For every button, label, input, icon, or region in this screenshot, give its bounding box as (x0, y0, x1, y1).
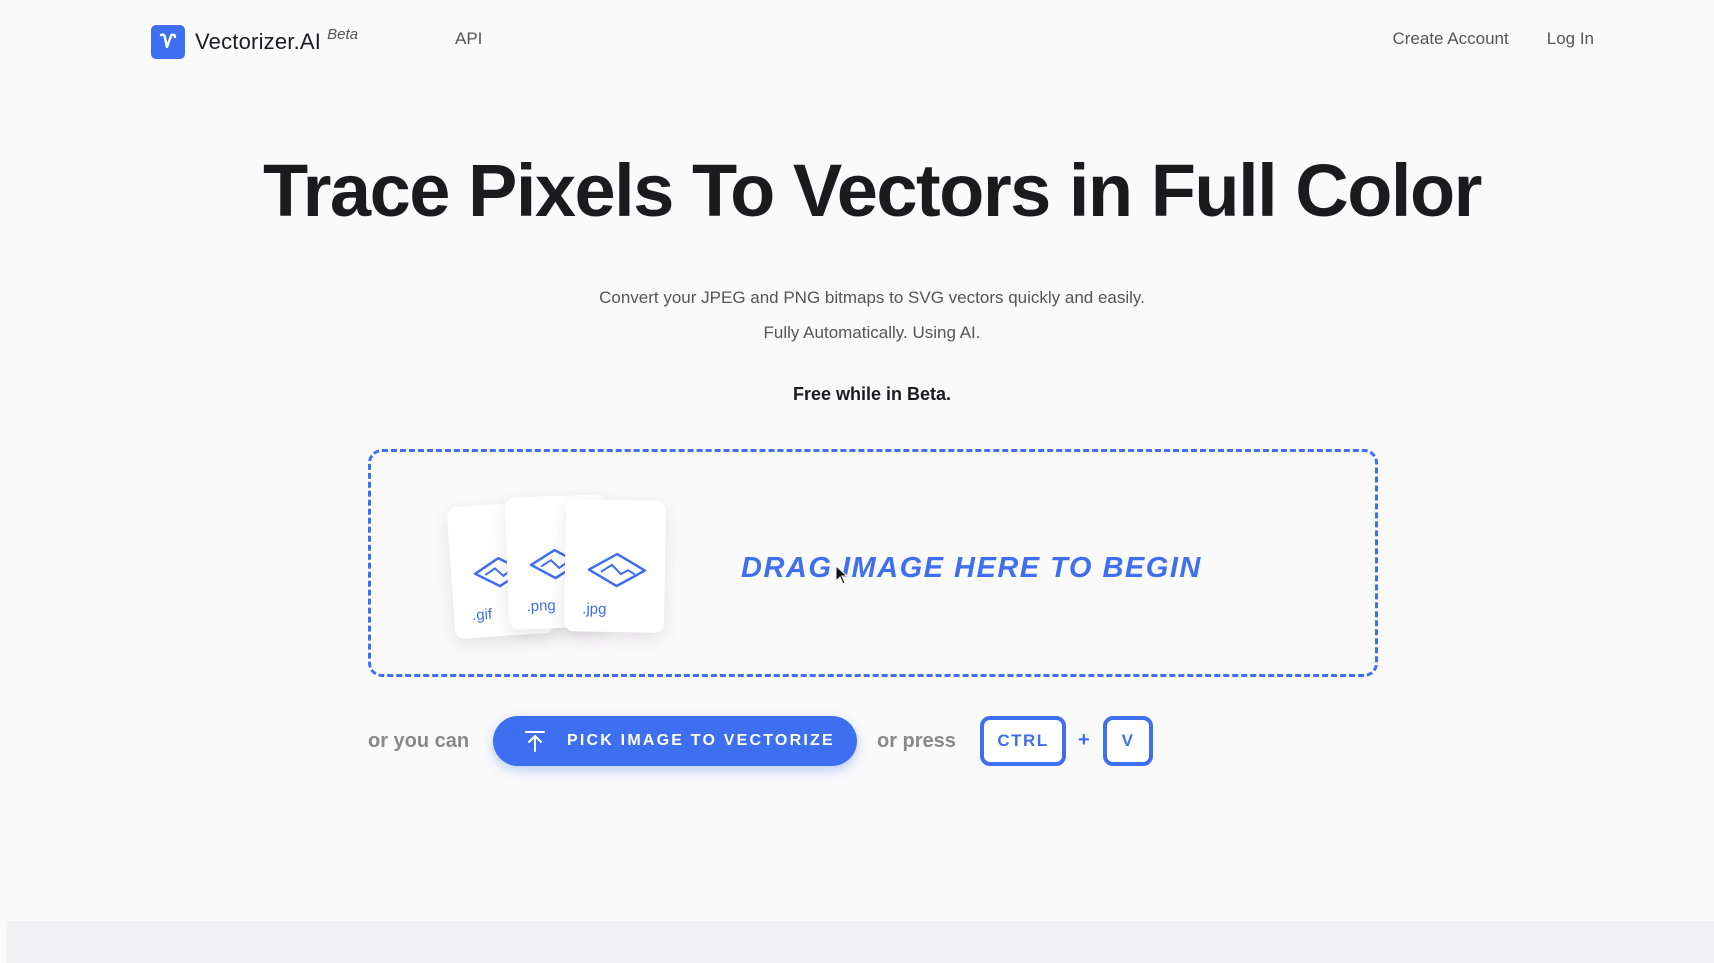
subtitle-line-1: Convert your JPEG and PNG bitmaps to SVG… (599, 288, 1145, 307)
upload-arrow-icon (525, 731, 545, 752)
image-drop-zone[interactable]: .gif .png .jpg DRAG IMAGE HERE TO BEGIN (368, 449, 1378, 677)
nav-api-link[interactable]: API (455, 29, 482, 49)
page: Vectorizer.AI Beta API Create Account Lo… (0, 0, 1714, 963)
mouse-pointer-icon (835, 565, 849, 585)
file-extension-label: .jpg (582, 600, 607, 618)
brand-name: Vectorizer.AI (195, 29, 322, 54)
brand-logo[interactable]: Vectorizer.AI Beta (151, 25, 358, 59)
file-extension-label: .png (526, 597, 557, 616)
plus-sign: + (1078, 729, 1090, 751)
image-file-icon (587, 552, 647, 588)
free-beta-note: Free while in Beta. (792, 384, 952, 404)
drag-image-prompt: DRAG IMAGE HERE TO BEGIN (741, 552, 1202, 584)
jpg-file-card: .jpg (563, 499, 667, 633)
footer-band (6, 921, 1714, 963)
ctrl-key-hint: CTRL (980, 716, 1066, 766)
header: Vectorizer.AI Beta API Create Account Lo… (0, 0, 1714, 80)
log-in-link[interactable]: Log In (1547, 29, 1594, 49)
subtitle-line-2: Fully Automatically. Using AI. (763, 323, 981, 342)
or-you-can-text: or you can (368, 730, 470, 752)
nav-account-links: Create Account Log In (1392, 29, 1594, 49)
pick-image-button-label: PICK IMAGE TO VECTORIZE (567, 732, 835, 749)
v-key-hint: V (1103, 716, 1153, 766)
file-type-illustration: .gif .png .jpg (446, 494, 691, 646)
beta-badge: Beta (327, 26, 358, 43)
page-title: Trace Pixels To Vectors in Full Color (263, 149, 1482, 232)
pick-image-button[interactable]: PICK IMAGE TO VECTORIZE (493, 716, 857, 766)
file-extension-label: .gif (471, 605, 493, 625)
create-account-link[interactable]: Create Account (1392, 29, 1508, 49)
vectorizer-logo-icon (151, 25, 185, 59)
or-press-text: or press (877, 730, 956, 752)
